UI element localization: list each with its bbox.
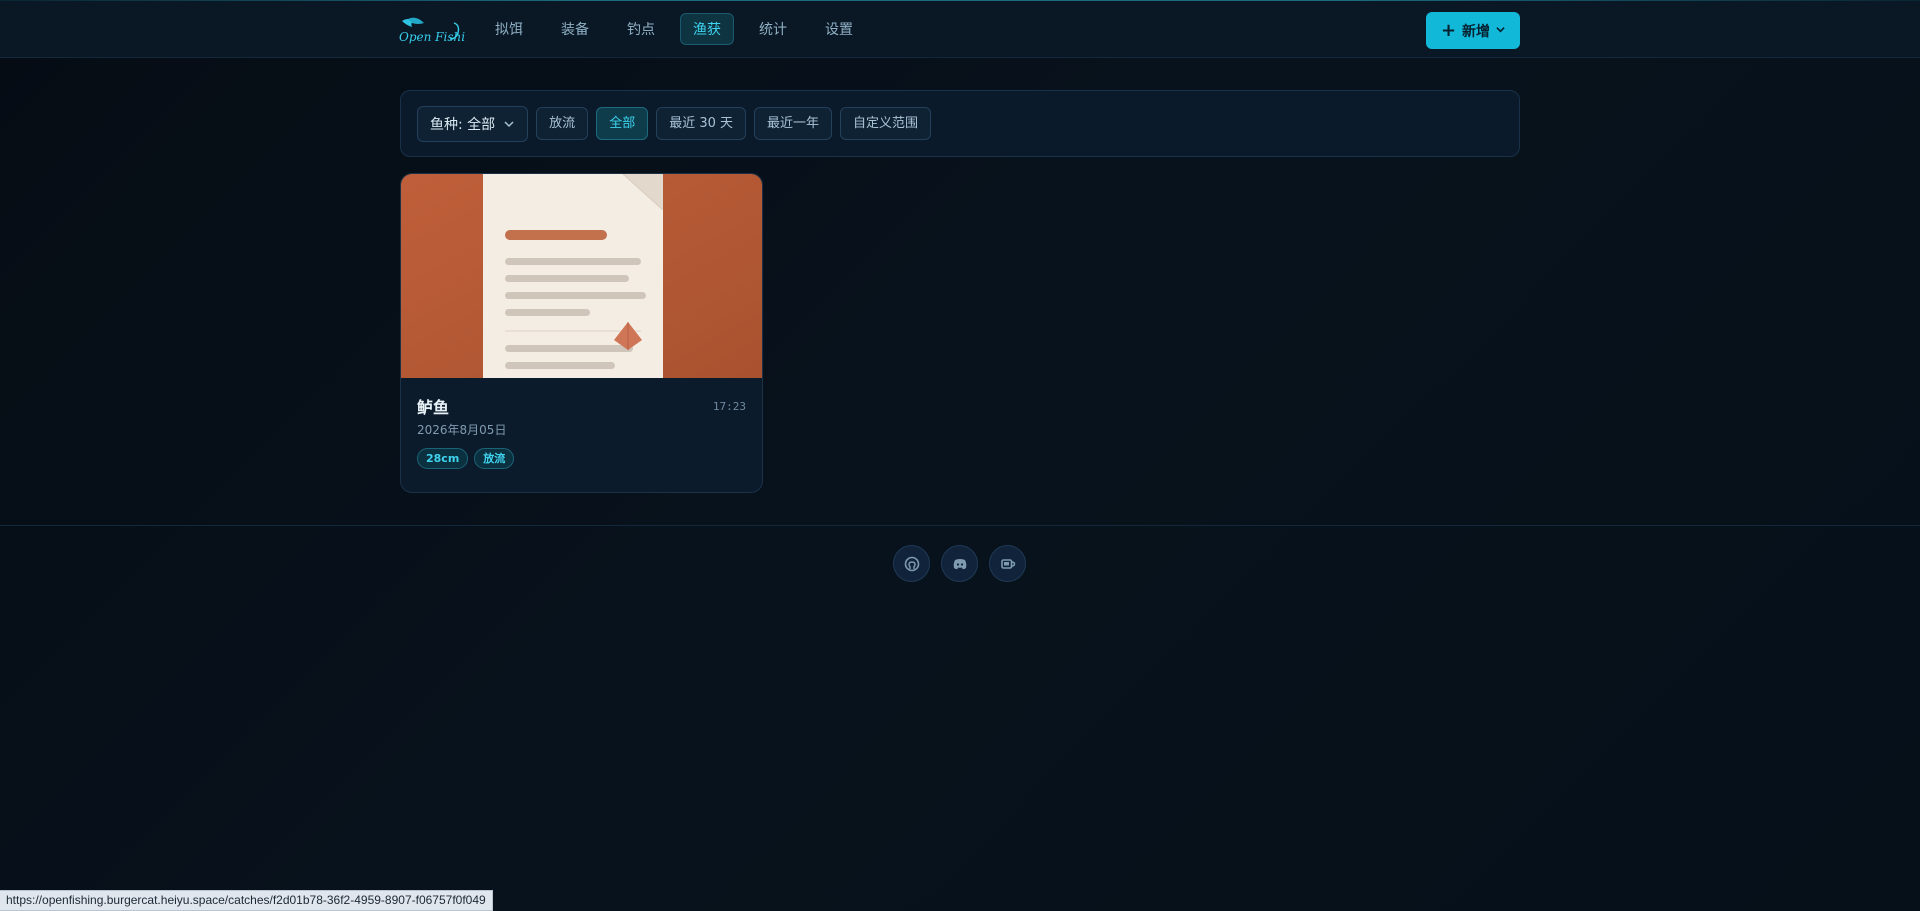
filter-bar: 鱼种: 全部 放流 全部 最近 30 天 最近一年 自定义范围: [400, 90, 1520, 157]
nav-spots[interactable]: 钓点: [614, 13, 668, 45]
filter-last-30-days[interactable]: 最近 30 天: [656, 107, 747, 140]
tag-length: 28cm: [417, 448, 469, 469]
filter-custom-range[interactable]: 自定义范围: [840, 107, 932, 140]
plus-icon: +: [1440, 19, 1457, 41]
catch-species: 鲈鱼: [417, 398, 450, 417]
catch-time: 17:23: [712, 400, 746, 413]
link-status-bar: https://openfishing.burgercat.heiyu.spac…: [0, 890, 493, 911]
species-select-value: 鱼种: 全部: [430, 116, 496, 133]
catch-card[interactable]: 鲈鱼 17:23 2026年8月05日 28cm 放流: [400, 173, 763, 493]
nav-gear[interactable]: 装备: [548, 13, 602, 45]
nav-settings[interactable]: 设置: [812, 13, 866, 45]
discord-icon: [953, 558, 966, 569]
open-fishing-logo[interactable]: Open Fishing: [398, 15, 481, 45]
catch-date: 2026年8月05日: [417, 423, 507, 437]
footer-divider: [0, 525, 1920, 526]
footer-social-links: [893, 545, 1026, 582]
main-nav: 拟饵 装备 钓点 渔获 统计 设置: [482, 13, 866, 45]
coffee-icon: [1000, 558, 1015, 569]
github-link[interactable]: [893, 545, 930, 582]
tag-released: 放流: [474, 448, 515, 469]
github-icon: [904, 556, 919, 571]
filter-last-year[interactable]: 最近一年: [754, 107, 833, 140]
catch-tags: 28cm 放流: [417, 448, 515, 469]
discord-link[interactable]: [941, 545, 978, 582]
chevron-down-icon: [504, 120, 514, 127]
species-select[interactable]: 鱼种: 全部: [417, 105, 529, 142]
top-navbar: Open Fishing 拟饵 装备 钓点 渔获 统计 设置 + 新增: [0, 1, 1920, 58]
add-new-button[interactable]: + 新增: [1426, 12, 1520, 49]
add-new-label: 新增: [1462, 23, 1491, 40]
chevron-down-icon: [1496, 25, 1505, 37]
nav-catches[interactable]: 渔获: [680, 13, 734, 45]
filter-released[interactable]: 放流: [536, 107, 589, 140]
catch-photo-placeholder: [401, 174, 762, 378]
nav-lures[interactable]: 拟饵: [482, 13, 536, 45]
nav-stats[interactable]: 统计: [746, 13, 800, 45]
filter-all[interactable]: 全部: [596, 107, 649, 140]
coffee-link[interactable]: [989, 545, 1026, 582]
